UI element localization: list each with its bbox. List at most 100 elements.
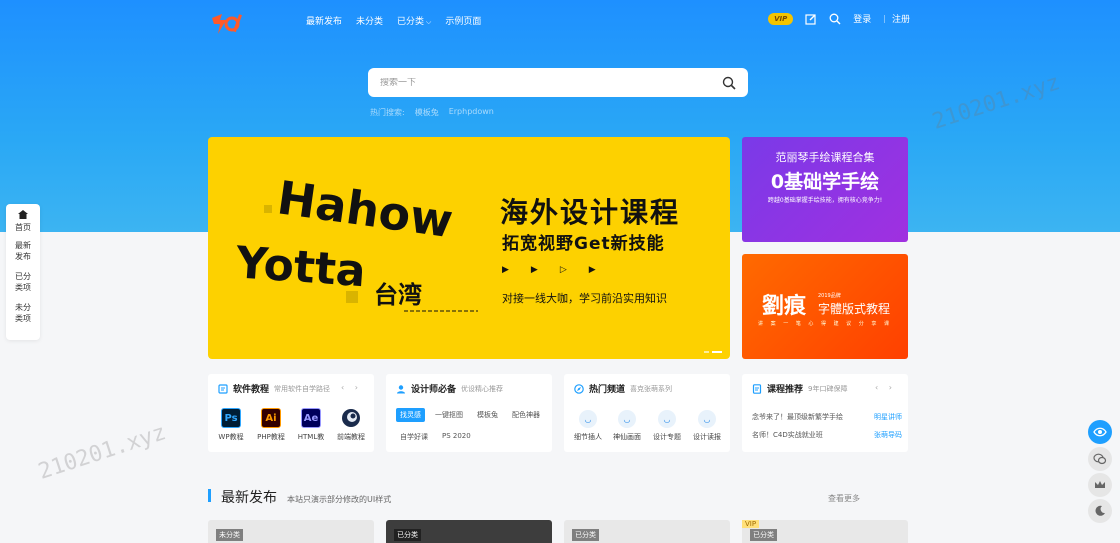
hot-channel-item[interactable]: ◡ 神仙画面 [607,410,647,442]
theme-toggle-button[interactable] [1088,420,1112,444]
tile-subtitle: 9年口碑保障 [808,384,848,393]
tile-header: 软件教程 常用软件自学路径 [218,382,330,395]
post-card[interactable]: 已分类 [386,520,552,543]
dark-mode-button[interactable] [1088,499,1112,523]
left-nav-unclassified[interactable]: 未分 类项 [6,302,40,324]
tile-title: 软件教程 [233,385,270,395]
left-nav-classified[interactable]: 已分 类项 [6,271,40,293]
main-nav: 最新发布 未分类 已分类 ⌵ 示例页面 [306,14,481,27]
view-more-link[interactable]: 查看更多 [828,493,860,504]
hot-search-link[interactable]: Erphpdown [449,107,494,118]
software-item-label: WP教程 [218,433,244,441]
nav-classified[interactable]: 已分类 ⌵ [397,14,431,27]
designer-tags: 找灵感 一键抠图 模板兔 配色神器 自学好课 PS 2020 [396,408,546,444]
hot-searches: 热门搜索: 模板兔 Erphpdown [370,107,494,118]
banner-arrows: ▶ ▶ ▷ ▶ [502,265,596,275]
wechat-button[interactable] [1088,447,1112,471]
hot-channel-item[interactable]: ◡ 设计专题 [647,410,687,442]
hot-channel-item[interactable]: ◡ 细节插人 [568,410,608,442]
tag-link[interactable]: PS 2020 [438,430,475,444]
tile-pager[interactable]: ‹ › [341,383,362,392]
tile-designer: 设计师必备 优设精心推荐 找灵感 一键抠图 模板兔 配色神器 自学好课 PS 2… [386,374,552,452]
software-item-ai[interactable]: Ai PHP教程 [254,408,288,442]
site-logo[interactable] [208,8,248,36]
software-item-ps[interactable]: Ps WP教程 [214,408,248,442]
vip-badge[interactable]: VIP [768,12,794,25]
carousel-dot[interactable] [704,351,709,353]
promo-drawing-line1: 范丽琴手绘课程合集 [775,151,875,164]
edit-icon[interactable] [805,13,817,25]
software-item-ae[interactable]: Ae HTML教 [294,408,328,442]
post-card[interactable]: VIP 已分类 [742,520,908,543]
post-category[interactable]: 未分类 [216,529,243,541]
art-text-taiwan: 台湾 [374,281,422,309]
nav-sample-page[interactable]: 示例页面 [445,14,481,27]
tag-link[interactable]: 找灵感 [396,408,425,422]
channel-icon: ◡ [658,410,676,428]
course-tag: 张萌导码 [874,431,902,439]
tile-software: 软件教程 常用软件自学路径 ‹ › Ps WP教程 Ai PHP教程 Ae HT… [208,374,374,452]
section-description: 本站只演示部分修改的UI样式 [287,495,392,504]
nav-latest[interactable]: 最新发布 [306,14,342,27]
left-nav-latest[interactable]: 最新 发布 [6,240,40,262]
art-text-hahow: Hahow [274,175,456,248]
course-title: 名师！C4D实战就业班 [752,431,823,439]
hot-channel-item[interactable]: ◡ 设计读报 [687,410,727,442]
cinema4d-icon [342,409,360,427]
post-category[interactable]: 已分类 [394,529,421,541]
tile-pager[interactable]: ‹ › [875,383,896,392]
register-link[interactable]: 注册 [892,12,910,25]
main-banner[interactable]: Hahow Yotta 台湾 海外设计课程 拓宽视野Get新技能 ▶ ▶ ▷ ▶… [208,137,730,359]
photoshop-icon: Ps [221,408,241,428]
tile-header: 热门频道 喜克张萌系列 [574,382,672,395]
post-card[interactable]: 未分类 [208,520,374,543]
left-nav-unclassified-l2: 类项 [15,314,31,323]
left-nav-latest-l1: 最新 [15,241,31,250]
promo-card-typography[interactable]: 劉痕 2019品牌 字體版式教程 讲 案 一 笔 心 得 建 议 分 享 课 [742,254,908,359]
course-row[interactable]: 名师！C4D实战就业班 张萌导码 [752,430,902,440]
book-icon [218,383,228,394]
post-card[interactable]: 已分类 [564,520,730,543]
promo-drawing-line2: 0基础学手绘 [770,171,880,193]
wechat-icon [1093,453,1107,465]
left-floating-nav: 首页 最新 发布 已分 类项 未分 类项 [6,204,40,340]
promo-card-drawing[interactable]: 范丽琴手绘课程合集 0基础学手绘 跨越0基础掌握手绘技能，拥有核心竞争力! [742,137,908,242]
software-item-c4d[interactable]: 前端教程 [334,408,368,442]
left-nav-home[interactable]: 首页 [6,210,40,233]
post-category[interactable]: 已分类 [750,529,777,541]
carousel-dots [704,351,722,353]
nav-classified-label: 已分类 [397,17,425,27]
left-nav-classified-l1: 已分 [15,272,31,281]
hot-channel-label: 细节插人 [574,433,602,441]
banner-subtitle: 拓宽视野Get新技能 [502,234,665,254]
search-icon[interactable] [722,76,736,90]
nav-unclassified[interactable]: 未分类 [356,14,383,27]
vip-crown-button[interactable] [1088,473,1112,497]
promo-typography-year: 2019品牌 [818,293,841,299]
tag-link[interactable]: 配色神器 [508,408,544,422]
hot-search-label: 热门搜索: [370,108,405,117]
eye-icon [1093,427,1107,437]
header-separator: | [883,14,886,23]
tag-link[interactable]: 一键抠图 [431,408,467,422]
left-nav-latest-l2: 发布 [15,252,31,261]
tag-link[interactable]: 模板兔 [473,408,502,422]
course-tag: 明星讲师 [874,413,902,421]
login-link[interactable]: 登录 [853,12,871,25]
carousel-dot-active[interactable] [712,351,722,353]
tile-subtitle: 常用软件自学路径 [274,384,331,393]
course-row[interactable]: 念爷来了！最顶级新繁学手绘 明星讲师 [752,412,902,422]
post-category[interactable]: 已分类 [572,529,599,541]
search-icon[interactable] [829,13,841,25]
section-accent-bar [208,489,211,502]
search-input[interactable] [380,77,722,88]
software-item-label: 前端教程 [337,433,365,441]
channel-icon: ◡ [618,410,636,428]
tag-link[interactable]: 自学好课 [396,430,432,444]
play-icon: ▶ [588,265,596,275]
illustrator-icon: Ai [261,408,281,428]
after-effects-icon: Ae [301,408,321,428]
left-nav-classified-l2: 类项 [15,283,31,292]
hot-search-link[interactable]: 模板兔 [415,107,439,118]
banner-title: 海外设计课程 [500,196,681,229]
